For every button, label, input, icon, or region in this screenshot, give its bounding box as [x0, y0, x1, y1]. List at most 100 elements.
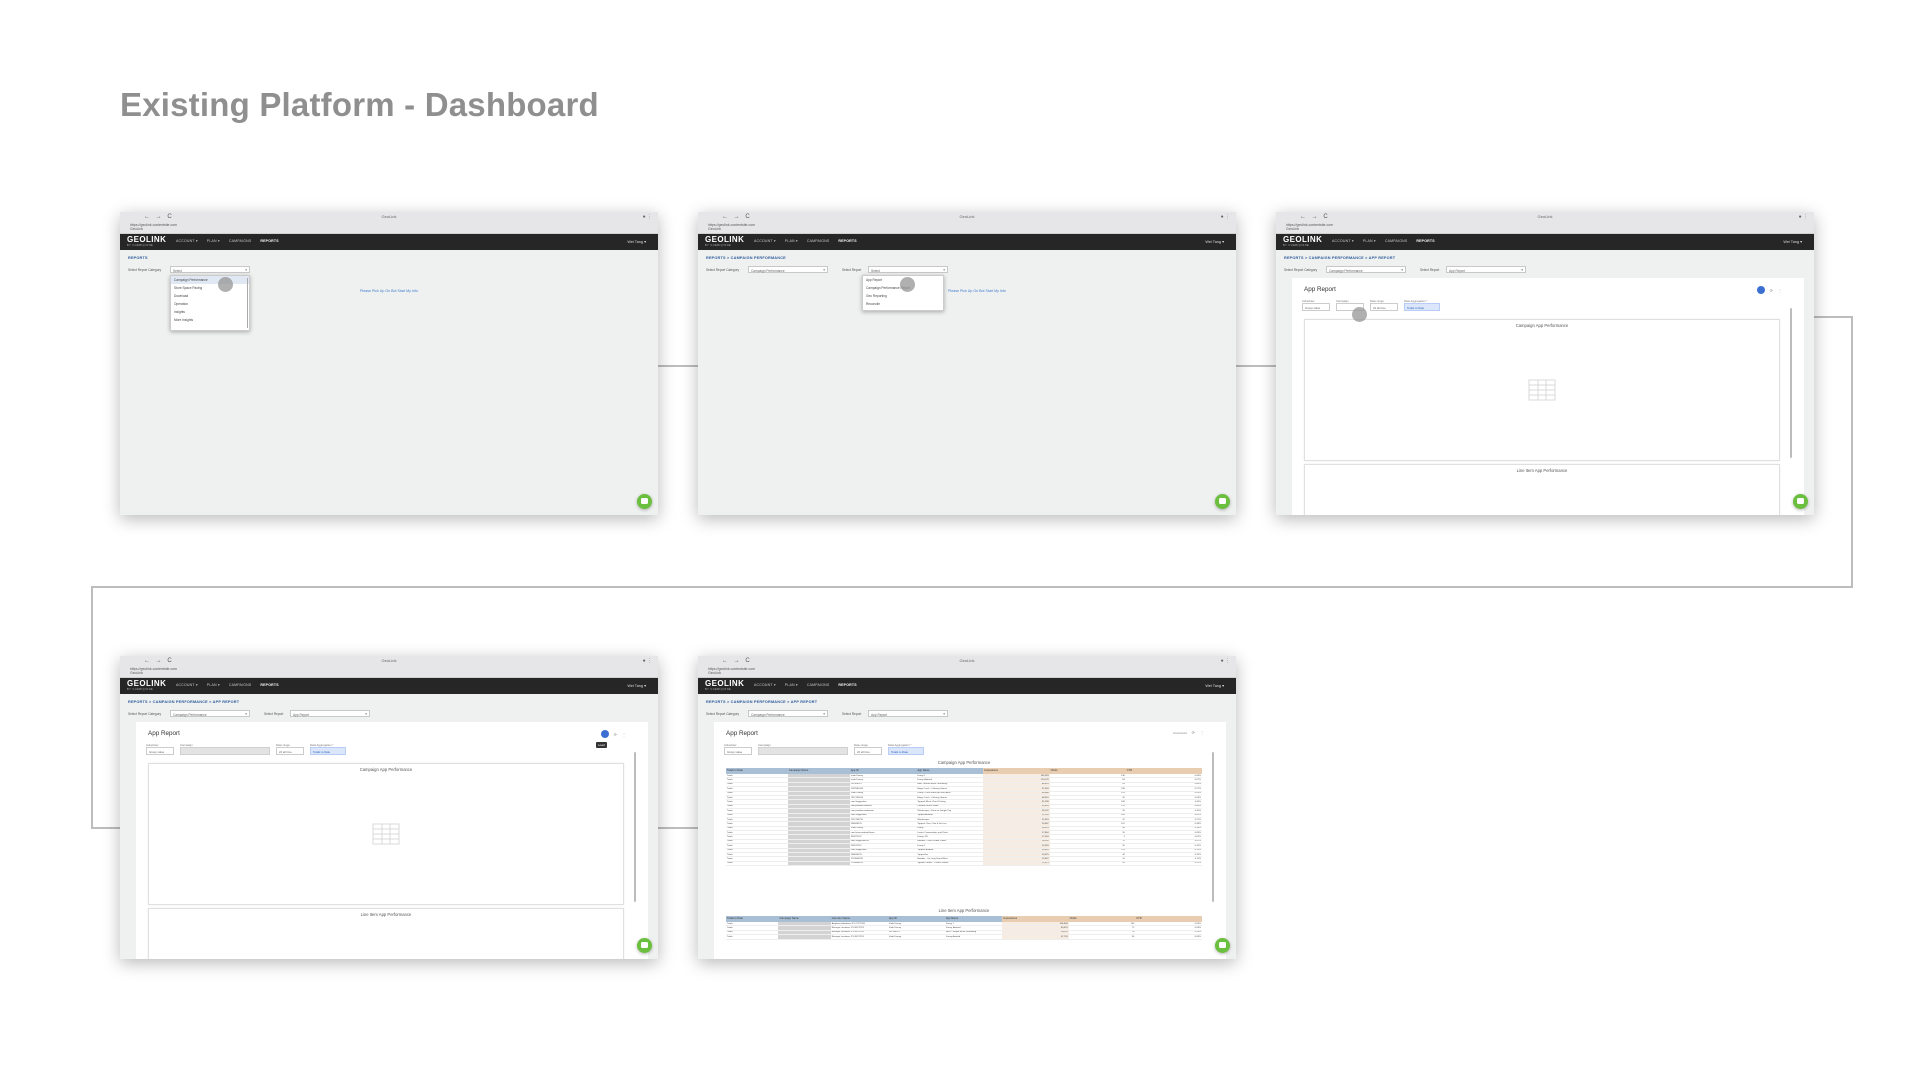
download-button[interactable]: Download [1173, 731, 1186, 735]
category-select[interactable]: Campaign Performance ▾ [170, 710, 250, 717]
aggregation-select[interactable]: Totals to Date [310, 747, 346, 755]
browser-menu-icon[interactable]: ● ⋮ [643, 658, 652, 664]
refresh-icon[interactable]: ⟳ [614, 732, 617, 737]
campaign-select[interactable] [758, 747, 848, 755]
nav-campaigns[interactable]: CAMPAIGNS [229, 683, 252, 687]
nav-reports[interactable]: REPORTS [260, 239, 278, 243]
breadcrumb[interactable]: REPORTS > CAMPAIGN PERFORMANCE > APP REP… [706, 700, 817, 704]
date-range-select[interactable]: 24 all time [854, 747, 882, 755]
breadcrumb[interactable]: REPORTS [128, 256, 148, 260]
table-cell: Vudu Disney [850, 774, 864, 777]
report-select[interactable]: App Report ▾ [1446, 266, 1526, 273]
table-cell: 31,299 [983, 800, 1050, 804]
vertical-scrollbar[interactable] [1212, 752, 1214, 902]
dropdown-option[interactable]: Insights [171, 308, 249, 316]
dropdown-option[interactable]: Store Space Pacing [171, 284, 249, 292]
nav-plan[interactable]: PLAN ▾ [1363, 239, 1376, 243]
chat-icon[interactable] [1215, 938, 1230, 953]
geolink-logo[interactable]: GEOLINK [705, 235, 744, 244]
dropdown-option[interactable]: Download [171, 292, 249, 300]
date-range-select[interactable]: 24 all time [1370, 303, 1398, 311]
campaign-select[interactable] [180, 747, 270, 755]
browser-url[interactable]: https://geolink.contentsite.com GeoLink [130, 223, 177, 231]
aggregation-select[interactable]: Totals to Date [1404, 303, 1440, 311]
nav-reports[interactable]: REPORTS [1416, 239, 1434, 243]
nav-reports[interactable]: REPORTS [838, 239, 856, 243]
more-icon[interactable]: ⋮ [622, 732, 626, 737]
geolink-logo[interactable]: GEOLINK [705, 679, 744, 688]
user-menu[interactable]: Wei Tang ▾ [1205, 683, 1224, 688]
chat-icon[interactable] [637, 494, 652, 509]
vertical-scrollbar[interactable] [634, 752, 636, 902]
browser-menu-icon[interactable]: ● ⋮ [1221, 658, 1230, 664]
vertical-scrollbar[interactable] [1790, 308, 1792, 458]
browser-url[interactable]: https://geolink.contentsite.com GeoLink [708, 667, 755, 675]
advertiser-select[interactable]: Group value [146, 747, 174, 755]
nav-campaigns[interactable]: CAMPAIGNS [807, 239, 830, 243]
dropdown-scrollbar[interactable] [246, 278, 248, 328]
refresh-icon[interactable]: ⟳ [1770, 288, 1773, 293]
advertiser-select[interactable]: Group value [724, 747, 752, 755]
table-cell [787, 839, 850, 844]
browser-url[interactable]: https://geolink.contentsite.com GeoLink [1286, 223, 1333, 231]
nav-plan[interactable]: PLAN ▾ [207, 683, 220, 687]
nav-campaigns[interactable]: CAMPAIGNS [1385, 239, 1408, 243]
breadcrumb[interactable]: REPORTS > CAMPAIGN PERFORMANCE [706, 256, 786, 260]
nav-plan[interactable]: PLAN ▾ [785, 683, 798, 687]
chat-icon[interactable] [637, 938, 652, 953]
report-label: Select Report [842, 268, 862, 272]
app-header: GEOLINK BY CUEBIQ/ONE ACCOUNT ▾ PLAN ▾ C… [698, 678, 1236, 694]
browser-url[interactable]: https://geolink.contentsite.com GeoLink [130, 667, 177, 675]
aggregation-select[interactable]: Totals to Date [888, 747, 924, 755]
table-cell: Funny [917, 827, 924, 830]
report-select[interactable]: Select ▾ [868, 266, 948, 273]
browser-menu-icon[interactable]: ● ⋮ [1221, 214, 1230, 220]
dropdown-option[interactable]: Geo Reporting [863, 292, 943, 300]
nav-plan[interactable]: PLAN ▾ [785, 239, 798, 243]
dropdown-option[interactable]: Campaign Performance [171, 276, 249, 284]
nav-plan[interactable]: PLAN ▾ [207, 239, 220, 243]
refresh-icon[interactable]: ⟳ [1192, 730, 1195, 735]
category-select[interactable]: Campaign Performance ▾ [748, 266, 828, 273]
nav-reports[interactable]: REPORTS [260, 683, 278, 687]
dropdown-option[interactable]: Reconcile [863, 300, 943, 308]
breadcrumb[interactable]: REPORTS > CAMPAIGN PERFORMANCE > APP REP… [1284, 256, 1395, 260]
more-icon[interactable]: ⋮ [1200, 730, 1204, 735]
user-menu[interactable]: Wei Tang ▾ [1783, 239, 1802, 244]
report-select[interactable]: App Report ▾ [290, 710, 370, 717]
report-select[interactable]: App Report ▾ [868, 710, 948, 717]
chat-icon[interactable] [1215, 494, 1230, 509]
category-label: Select Report Category [128, 712, 162, 716]
breadcrumb[interactable]: REPORTS > CAMPAIGN PERFORMANCE > APP REP… [128, 700, 239, 704]
geolink-logo[interactable]: GEOLINK [127, 679, 166, 688]
table-cell: 50,114 [1002, 930, 1069, 935]
more-icon[interactable]: ⋮ [1778, 288, 1782, 293]
dropdown-option[interactable]: Operation [171, 300, 249, 308]
nav-account[interactable]: ACCOUNT ▾ [1332, 239, 1354, 243]
nav-account[interactable]: ACCOUNT ▾ [176, 683, 198, 687]
geolink-logo[interactable]: GEOLINK [127, 235, 166, 244]
nav-account[interactable]: ACCOUNT ▾ [754, 683, 776, 687]
category-select[interactable]: Select ▾ [170, 266, 250, 273]
dropdown-option[interactable]: More Insights [171, 316, 249, 324]
user-menu[interactable]: Wei Tang ▾ [627, 239, 646, 244]
user-menu[interactable]: Wei Tang ▾ [627, 683, 646, 688]
browser-menu-icon[interactable]: ● ⋮ [1799, 214, 1808, 220]
chat-icon[interactable] [1793, 494, 1808, 509]
nav-campaigns[interactable]: CAMPAIGNS [229, 239, 252, 243]
nav-account[interactable]: ACCOUNT ▾ [754, 239, 776, 243]
browser-menu-icon[interactable]: ● ⋮ [643, 214, 652, 220]
report-title: App Report [148, 730, 180, 737]
user-menu[interactable]: Wei Tang ▾ [1205, 239, 1224, 244]
browser-url[interactable]: https://geolink.contentsite.com GeoLink [708, 223, 755, 231]
nav-account[interactable]: ACCOUNT ▾ [176, 239, 198, 243]
geolink-logo[interactable]: GEOLINK [1283, 235, 1322, 244]
category-select[interactable]: Campaign Performance ▾ [748, 710, 828, 717]
date-range-select[interactable]: 24 all time [276, 747, 304, 755]
category-select[interactable]: Campaign Performance ▾ [1326, 266, 1406, 273]
nav-reports[interactable]: REPORTS [838, 683, 856, 687]
advertiser-select[interactable]: Group value [1302, 303, 1330, 311]
load-button[interactable] [600, 730, 609, 738]
load-button[interactable] [1756, 286, 1765, 294]
nav-campaigns[interactable]: CAMPAIGNS [807, 683, 830, 687]
